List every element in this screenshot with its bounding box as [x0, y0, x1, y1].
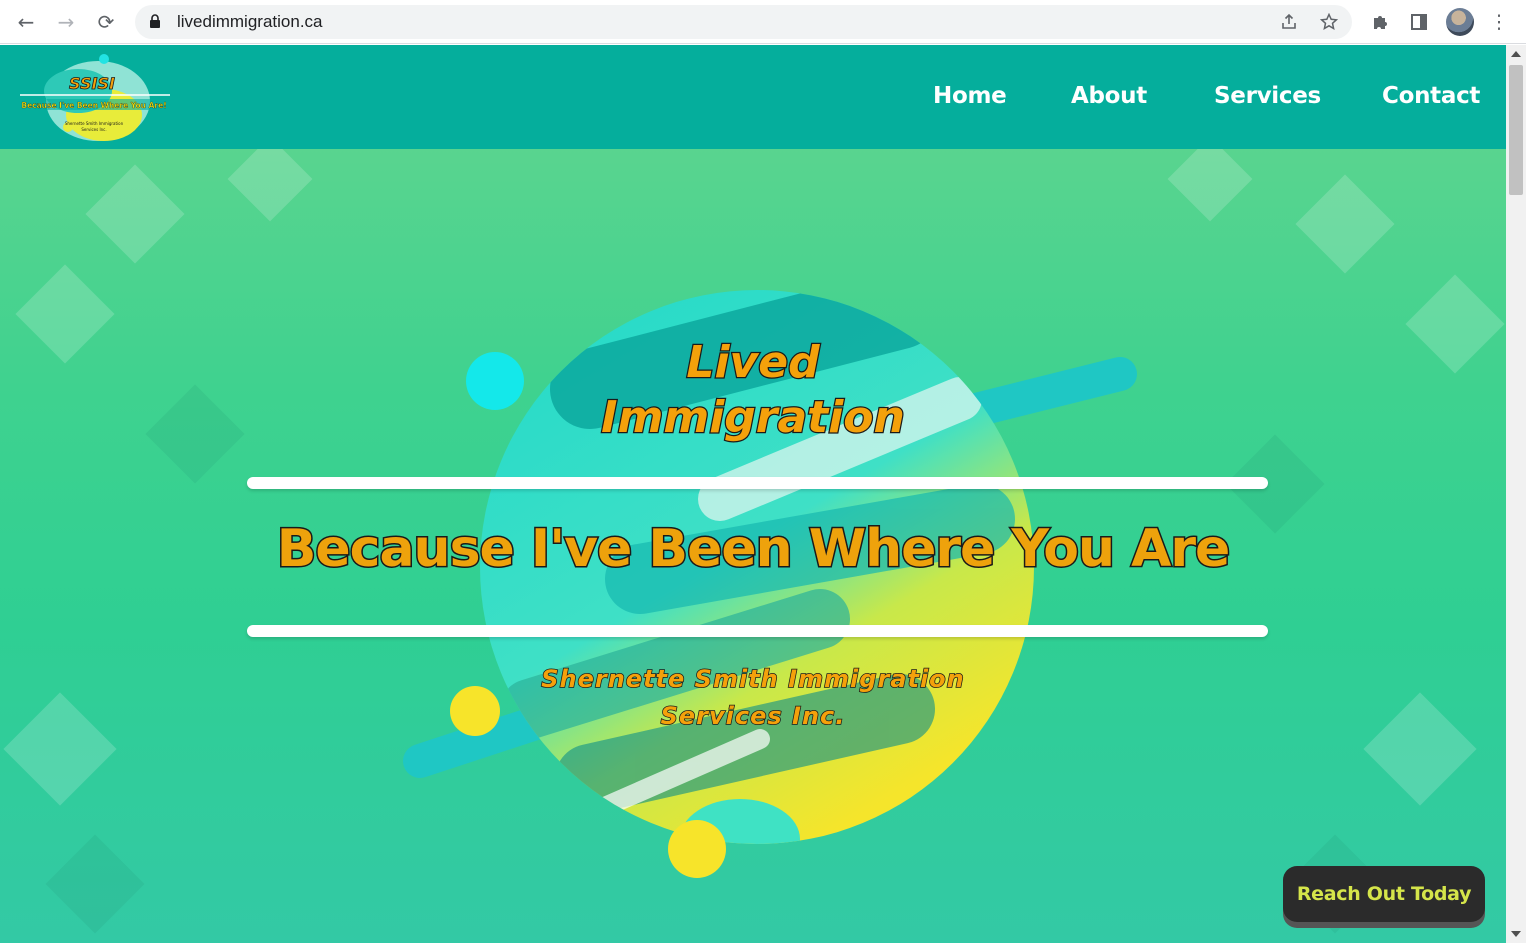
forward-button[interactable]: → [50, 6, 82, 38]
back-button[interactable]: ← [10, 6, 42, 38]
scrollbar-thumb[interactable] [1509, 65, 1523, 195]
page-viewport: SSISI Because I've Been Where You Are! S… [0, 45, 1506, 943]
kebab-menu-icon: ⋮ [1489, 11, 1509, 33]
nav-contact[interactable]: Contact [1382, 83, 1480, 109]
scroll-up-icon[interactable] [1511, 51, 1521, 57]
reload-icon: ⟳ [97, 10, 115, 34]
side-panel-icon[interactable] [1405, 8, 1433, 36]
svg-text:Shernette Smith Immigration: Shernette Smith Immigration [65, 121, 124, 126]
nav-home[interactable]: Home [933, 83, 1007, 109]
extensions-puzzle-icon[interactable] [1366, 8, 1394, 36]
site-logo[interactable]: SSISI Because I've Been Where You Are! S… [16, 53, 174, 145]
share-icon[interactable] [1278, 11, 1300, 33]
nav-services[interactable]: Services [1214, 83, 1321, 109]
svg-text:Services Inc.: Services Inc. [81, 127, 106, 132]
page-scrollbar[interactable] [1506, 45, 1526, 943]
nav-about[interactable]: About [1071, 83, 1147, 109]
svg-text:Because I've Been Where You Ar: Because I've Been Where You Are! [21, 101, 166, 110]
hero-divider-bottom [247, 625, 1268, 637]
lock-icon [150, 14, 160, 28]
hero-subtitle-line2: Services Inc. [660, 701, 846, 731]
profile-avatar[interactable] [1446, 8, 1474, 36]
back-arrow-icon: ← [17, 10, 35, 34]
bookmark-star-icon[interactable] [1318, 11, 1340, 33]
site-header: SSISI Because I've Been Where You Are! S… [0, 45, 1506, 149]
address-bar[interactable]: livedimmigration.ca [135, 5, 1352, 39]
hero-divider-top [247, 477, 1268, 489]
hero-subtitle-line1: Shernette Smith Immigration [540, 664, 965, 694]
hero-title-line1: Lived [685, 336, 821, 390]
svg-text:SSISI: SSISI [69, 74, 115, 93]
hero-title-line2: Immigration [600, 391, 906, 445]
reload-button[interactable]: ⟳ [90, 6, 122, 38]
browser-toolbar: ← → ⟳ livedimmigration.ca ⋮ [0, 0, 1526, 44]
hero-section: Lived Immigration Because I've Been Wher… [0, 149, 1506, 943]
forward-arrow-icon: → [57, 10, 75, 34]
reach-out-button[interactable]: Reach Out Today [1283, 866, 1485, 922]
url-text: livedimmigration.ca [177, 12, 323, 31]
hero-tagline: Because I've Been Where You Are [275, 518, 1232, 581]
browser-menu-button[interactable]: ⋮ [1485, 8, 1513, 36]
scroll-down-icon[interactable] [1511, 931, 1521, 937]
